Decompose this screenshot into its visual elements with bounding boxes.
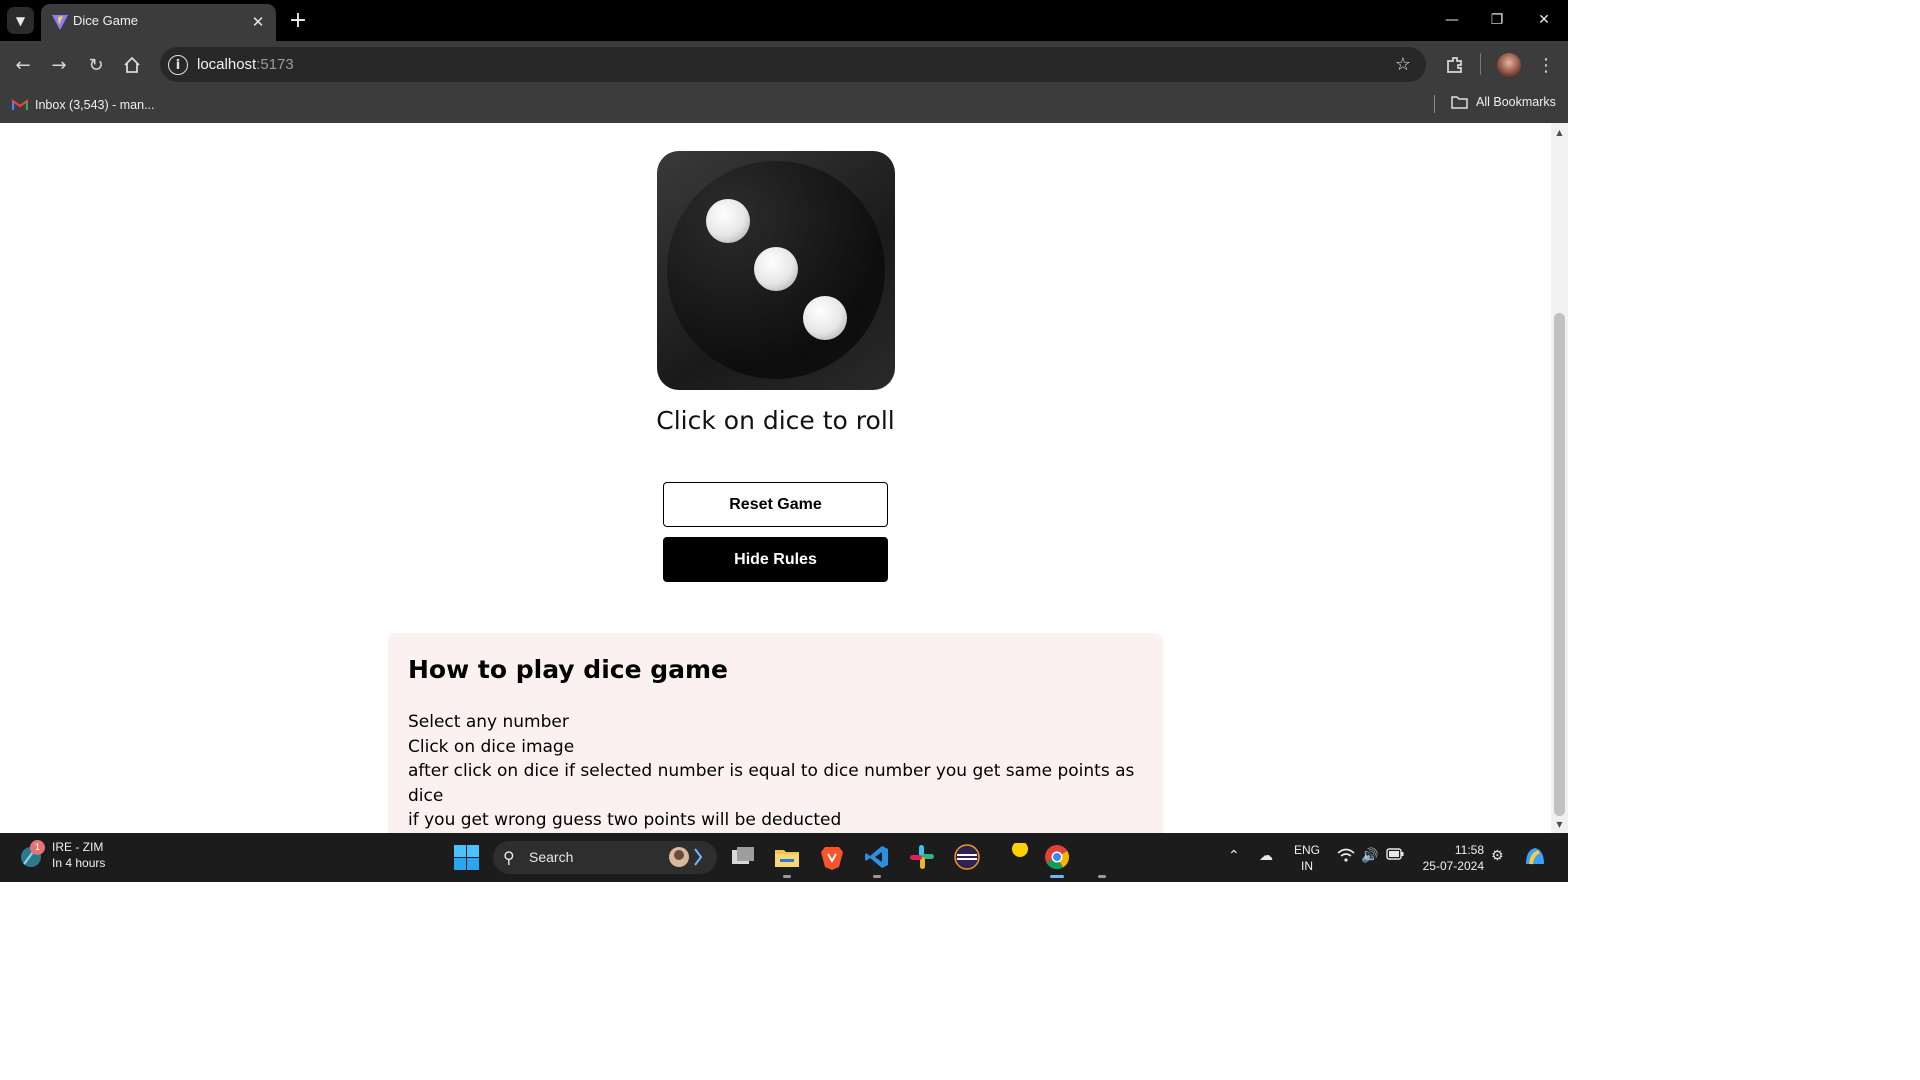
- rule-line: if you get wrong guess two points will b…: [408, 810, 842, 830]
- profile-avatar-icon[interactable]: [1495, 51, 1523, 79]
- cricket-icon: 1: [18, 840, 45, 868]
- windows-start-icon[interactable]: [454, 845, 479, 870]
- toolbar-divider: [1480, 53, 1481, 75]
- minimize-icon[interactable]: —: [1432, 6, 1472, 34]
- reload-icon[interactable]: ↻: [82, 51, 110, 79]
- dice-pip: [754, 247, 798, 291]
- all-bookmarks-button[interactable]: All Bookmarks: [1451, 95, 1556, 109]
- page-content: Click on dice to roll Reset Game Hide Ru…: [0, 123, 1551, 833]
- rules-panel: How to play dice game Select any number …: [388, 633, 1163, 833]
- weather-title: IRE - ZIM: [52, 840, 104, 854]
- dice-image[interactable]: [657, 151, 895, 390]
- page-scrollbar[interactable]: ▲ ▼: [1551, 123, 1568, 833]
- all-bookmarks-label: All Bookmarks: [1476, 95, 1556, 109]
- reset-game-button[interactable]: Reset Game: [663, 482, 888, 527]
- language-indicator[interactable]: ENG IN: [1294, 842, 1320, 874]
- bookmarks-bar: Inbox (3,543) - man... All Bookmarks: [0, 87, 1568, 123]
- task-view-icon[interactable]: [729, 843, 757, 871]
- language-code: ENG: [1294, 843, 1321, 857]
- dice-pip: [803, 296, 847, 340]
- browser-tab[interactable]: Dice Game ✕: [41, 4, 276, 41]
- volume-icon[interactable]: 🔊: [1361, 848, 1378, 864]
- tab-title: Dice Game: [73, 13, 139, 28]
- copilot-icon[interactable]: [1522, 844, 1548, 870]
- show-hidden-icons-icon[interactable]: ⌃: [1228, 848, 1240, 864]
- wifi-icon[interactable]: [1337, 848, 1355, 862]
- bookmark-inbox[interactable]: Inbox (3,543) - man...: [12, 95, 155, 115]
- taskbar-search[interactable]: ⚲ Search: [493, 841, 717, 874]
- slack-icon[interactable]: [908, 843, 936, 871]
- folder-icon: [1451, 96, 1468, 109]
- address-bar[interactable]: i localhost:5173 ☆: [160, 47, 1426, 82]
- close-window-icon[interactable]: ✕: [1524, 6, 1564, 34]
- vite-favicon-icon: [52, 15, 68, 30]
- sticky-notes-icon[interactable]: [1006, 841, 1034, 871]
- scroll-up-icon[interactable]: ▲: [1554, 127, 1565, 137]
- notification-badge: 1: [30, 840, 45, 855]
- rule-line: Select any number: [408, 712, 569, 732]
- region-code: IN: [1301, 859, 1313, 873]
- vscode-icon[interactable]: [863, 843, 891, 871]
- system-clock[interactable]: 11:58 25-07-2024: [1418, 842, 1484, 874]
- browser-menu-icon[interactable]: ⋮: [1532, 51, 1560, 79]
- restore-icon[interactable]: ❐: [1477, 6, 1517, 34]
- app-running-indicator: [1098, 875, 1106, 878]
- rule-line: after click on dice if selected number i…: [408, 761, 1135, 806]
- rules-title: How to play dice game: [408, 655, 729, 684]
- weather-subtitle: In 4 hours: [52, 856, 106, 870]
- browser-titlebar: ▼ Dice Game ✕ + — ❐ ✕: [0, 0, 1568, 41]
- battery-icon[interactable]: [1386, 848, 1404, 860]
- brave-icon[interactable]: [818, 843, 846, 871]
- browser-toolbar: ← → ↻ i localhost:5173 ☆ ⋮: [0, 41, 1568, 87]
- search-icon: ⚲: [503, 848, 515, 867]
- windows-taskbar: 1 IRE - ZIM In 4 hours ⚲ Search ⌃ ☁ ENG …: [0, 833, 1568, 882]
- search-placeholder: Search: [529, 849, 574, 865]
- tab-search-chevron-icon[interactable]: ▼: [7, 7, 34, 34]
- app-active-indicator: [1050, 875, 1064, 878]
- file-explorer-icon[interactable]: [773, 843, 801, 871]
- bookmark-star-icon[interactable]: ☆: [1392, 53, 1414, 75]
- forward-icon[interactable]: →: [45, 51, 73, 79]
- gmail-icon: [12, 99, 28, 110]
- clock-date: 25-07-2024: [1422, 859, 1484, 873]
- url-text: localhost:5173: [197, 56, 294, 73]
- scroll-down-icon[interactable]: ▼: [1554, 819, 1565, 829]
- site-info-icon[interactable]: i: [168, 55, 188, 75]
- app-running-indicator: [783, 875, 791, 878]
- eclipse-icon[interactable]: [953, 843, 981, 871]
- app-running-indicator: [873, 875, 881, 878]
- home-icon[interactable]: [118, 51, 146, 79]
- extensions-icon[interactable]: [1441, 51, 1469, 79]
- roll-prompt: Click on dice to roll: [656, 406, 895, 435]
- onedrive-cloud-icon[interactable]: ☁: [1259, 848, 1273, 864]
- rule-line: Click on dice image: [408, 736, 575, 757]
- close-tab-icon[interactable]: ✕: [248, 12, 268, 32]
- hide-rules-button[interactable]: Hide Rules: [663, 537, 888, 582]
- new-tab-icon[interactable]: +: [286, 8, 310, 33]
- weather-widget[interactable]: 1 IRE - ZIM In 4 hours: [18, 839, 105, 871]
- scroll-thumb[interactable]: [1554, 313, 1565, 816]
- bookmark-label: Inbox (3,543) - man...: [35, 98, 155, 112]
- back-icon[interactable]: ←: [9, 51, 37, 79]
- chrome-icon[interactable]: [1043, 843, 1071, 871]
- clock-time: 11:58: [1454, 843, 1484, 857]
- dice-pip: [706, 199, 750, 243]
- search-highlight-icon: [669, 847, 703, 867]
- bookmarks-divider: [1434, 95, 1435, 113]
- notifications-icon[interactable]: ⚙: [1491, 848, 1504, 864]
